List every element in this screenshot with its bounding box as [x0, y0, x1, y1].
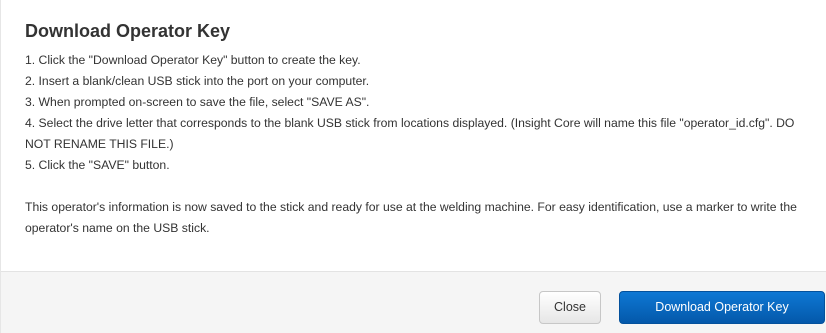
instruction-step: 2. Insert a blank/clean USB stick into t…	[25, 74, 370, 88]
dialog-body: Download Operator Key 1. Click the "Down…	[1, 0, 826, 271]
instruction-step: 1. Click the "Download Operator Key" but…	[25, 53, 361, 67]
instruction-step: 3. When prompted on-screen to save the f…	[25, 95, 370, 109]
dialog-footer: Close Download Operator Key	[1, 271, 826, 333]
usage-note: This operator's information is now saved…	[25, 200, 797, 235]
download-operator-key-button[interactable]: Download Operator Key	[619, 291, 825, 324]
instruction-step: 4. Select the drive letter that correspo…	[25, 116, 795, 151]
download-operator-key-dialog: Download Operator Key 1. Click the "Down…	[0, 0, 826, 333]
close-button[interactable]: Close	[539, 291, 601, 324]
instruction-steps: 1. Click the "Download Operator Key" but…	[25, 50, 803, 176]
dialog-title: Download Operator Key	[25, 21, 231, 41]
instruction-step: 5. Click the "SAVE" button.	[25, 158, 170, 172]
